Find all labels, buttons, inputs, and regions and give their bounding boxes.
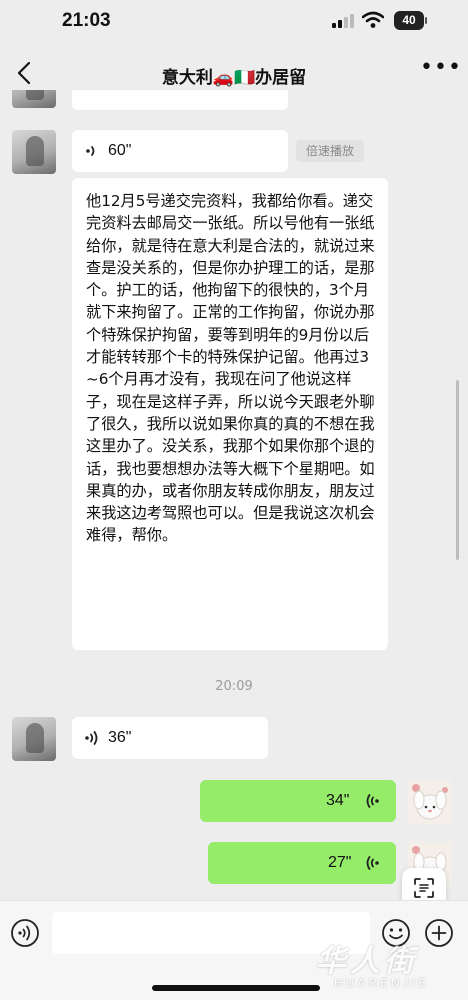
cellular-signal-icon xyxy=(332,14,354,28)
voice-wave-icon xyxy=(366,794,379,808)
text-scan-icon xyxy=(414,878,434,898)
voice-wave-icon xyxy=(366,856,379,870)
voice-icon[interactable] xyxy=(10,918,40,948)
battery-cap xyxy=(425,17,427,24)
scrollbar[interactable] xyxy=(456,380,459,560)
message-bubble-partial[interactable] xyxy=(72,90,288,110)
contact-avatar[interactable] xyxy=(12,130,56,174)
chat-message-list[interactable]: 60" 倍速播放 他12月5号递交完资料，我都给你看。递交完资料去邮局交一张纸。… xyxy=(0,90,468,900)
battery-indicator: 40 xyxy=(394,11,424,30)
voice-message-bubble-outgoing[interactable]: 27" xyxy=(208,842,396,884)
wifi-icon xyxy=(362,11,384,28)
voice-duration: 36" xyxy=(108,729,132,746)
voice-message-bubble[interactable]: 60" xyxy=(72,130,288,172)
message-timestamp: 20:09 xyxy=(215,679,253,694)
contact-avatar[interactable] xyxy=(12,717,56,761)
my-avatar[interactable] xyxy=(408,780,452,824)
status-time: 21:03 xyxy=(62,10,111,31)
voice-wave-icon xyxy=(86,146,95,156)
voice-duration: 27" xyxy=(328,854,352,871)
plush-toy-avatar-image xyxy=(412,784,448,820)
watermark-subtext: HUARENJIE xyxy=(334,976,430,990)
chat-title: 意大利🚗🇮🇹办居留 xyxy=(161,68,307,88)
home-indicator xyxy=(152,985,320,991)
voice-wave-icon xyxy=(85,731,98,745)
chevron-left-icon[interactable] xyxy=(12,58,38,88)
more-dots-icon[interactable]: ••• xyxy=(420,57,461,82)
voice-duration: 60" xyxy=(108,142,132,159)
voice-transcript: 他12月5号递交完资料，我都给你看。递交完资料去邮局交一张纸。所以号他有一张纸给… xyxy=(72,178,388,650)
contact-avatar[interactable] xyxy=(12,90,56,108)
voice-message-bubble[interactable]: 36" xyxy=(72,717,268,759)
voice-message-bubble-outgoing[interactable]: 34" xyxy=(200,780,396,822)
playback-speed-button[interactable]: 倍速播放 xyxy=(296,140,364,162)
voice-duration: 34" xyxy=(326,792,350,809)
watermark-logo-text: 华人街 xyxy=(316,944,418,979)
status-bar: 21:03 40 xyxy=(0,0,468,44)
watermark: 华人街 HUARENJIE xyxy=(316,936,456,996)
